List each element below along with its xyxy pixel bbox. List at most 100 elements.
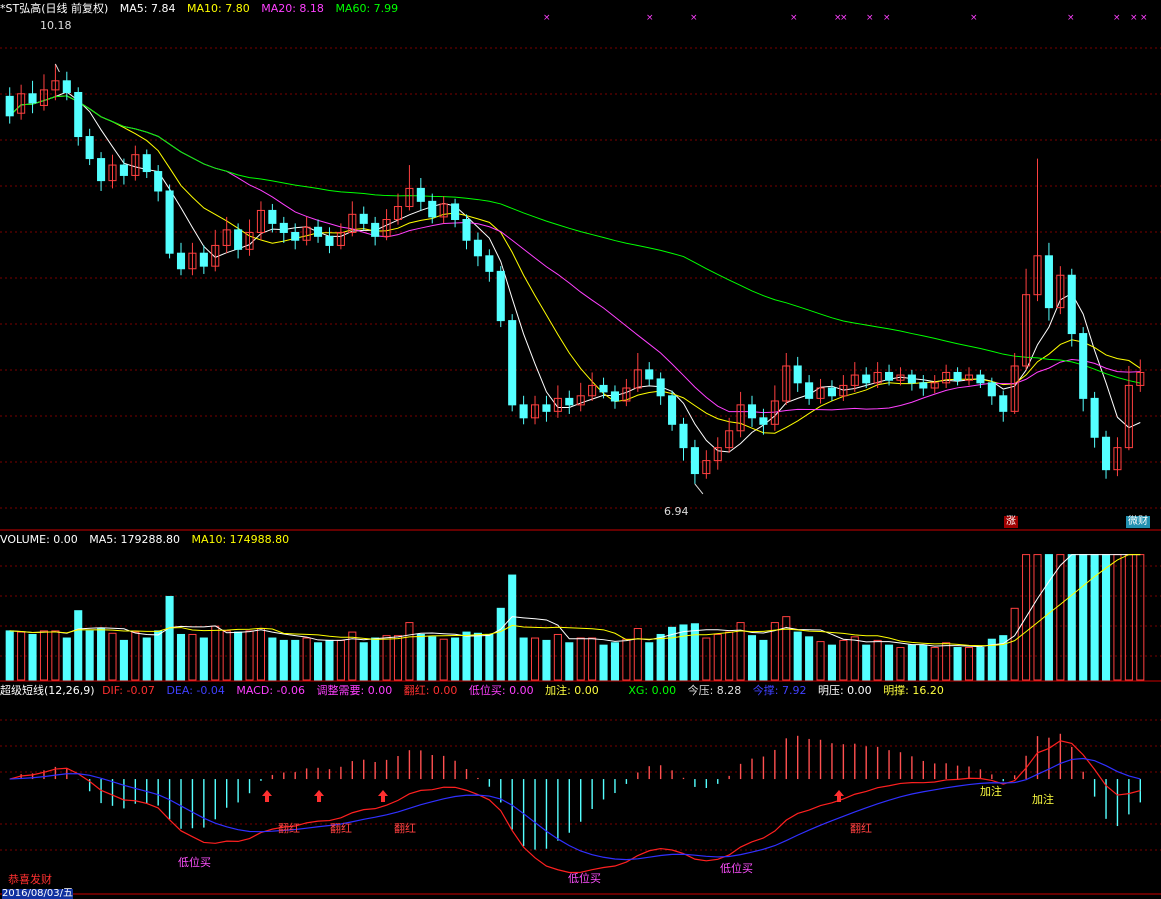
volume-bar [336, 639, 345, 681]
candle-body [291, 231, 300, 241]
volume-bar [1079, 554, 1088, 681]
dif-line [9, 740, 1141, 874]
candle-body [599, 384, 608, 393]
volume-bar [462, 631, 471, 681]
stock-title[interactable]: *ST弘高(日线 前复权) [0, 2, 108, 15]
volume-bar [565, 642, 574, 681]
x-marker-icon: × [543, 13, 551, 23]
stock-chart[interactable]: × × × × ×× × × × × × × × [0, 0, 1161, 898]
candle-body [953, 371, 962, 381]
candle-body [1044, 255, 1053, 309]
volume-bar [28, 633, 37, 681]
volume-bar [142, 637, 151, 681]
dea-label: DEA: -0.04 [166, 684, 225, 697]
candle-body [1090, 397, 1099, 438]
indicator-name[interactable]: 超级短线(12,26,9) [0, 684, 95, 697]
volume-bar [1010, 607, 1019, 681]
volume-bar [964, 647, 974, 681]
volume-bar [51, 630, 60, 681]
volume-bar [1056, 554, 1065, 681]
volume-bar [690, 623, 699, 681]
volume-bar [382, 635, 391, 681]
signal-turn-red-2: 翻红 [330, 822, 352, 835]
volume-bar [702, 637, 711, 681]
fund-badge[interactable]: 微财 [1126, 516, 1150, 528]
x-marker-icon: × [883, 13, 891, 23]
volume-bar [1124, 554, 1133, 681]
ma60-line [9, 95, 1141, 384]
candle-body [428, 200, 437, 218]
ma20-label: MA20: 8.18 [261, 2, 324, 15]
candle-body [976, 374, 985, 384]
volume-bar [291, 639, 300, 681]
volume-ma5-label: MA5: 179288.80 [89, 533, 180, 546]
signal-turn-red-4: 翻红 [850, 822, 872, 835]
candle-body [519, 404, 528, 419]
candle-body [5, 95, 14, 117]
volume-bar [439, 638, 448, 681]
volume-bar [622, 638, 631, 681]
candle-body [793, 365, 802, 384]
volume-bar [645, 642, 654, 681]
candle-body [1067, 274, 1076, 335]
volume-bar [919, 644, 928, 681]
candle-body [907, 374, 916, 384]
volume-bar [473, 632, 482, 681]
candle-body [28, 93, 37, 104]
volume-bar [485, 633, 494, 681]
volume-bar [451, 637, 460, 681]
rise-badge[interactable]: 涨 [1004, 516, 1018, 528]
candle-body [142, 154, 151, 173]
volume-bar [222, 630, 231, 681]
macd-label: MACD: -0.06 [236, 684, 305, 697]
volume-bar [428, 636, 437, 681]
candle-body [919, 382, 928, 389]
candle-body [359, 213, 368, 224]
candle-body [645, 369, 654, 380]
x-marker-icon: × [1067, 13, 1075, 23]
volume-bar [907, 644, 916, 681]
volume-bar [393, 635, 403, 681]
up-arrow-icon [834, 790, 844, 802]
signal-turn-red-1: 翻红 [278, 822, 300, 835]
candle-body [668, 395, 677, 425]
volume-bar [633, 628, 642, 681]
volume-bar [588, 637, 597, 681]
volume-bar [359, 642, 368, 681]
x-marker-icon: × [970, 13, 978, 23]
volume-bar [656, 633, 665, 681]
candle-body [862, 374, 871, 384]
volume-bar [976, 647, 985, 681]
candle-body [176, 252, 186, 270]
volume-bar [154, 630, 163, 681]
volume-ma5-line [9, 554, 1141, 648]
high-marker [54, 63, 60, 73]
up-arrow-icon [262, 790, 272, 802]
candle-body [496, 270, 505, 322]
volume-bar [1101, 554, 1111, 681]
candle-body [279, 222, 288, 233]
volume-bar [314, 642, 323, 681]
volume-bar [211, 625, 220, 681]
volume-bar [530, 637, 540, 681]
up-arrow-icon [314, 790, 324, 802]
volume-bar [942, 642, 951, 681]
candle-body [747, 404, 757, 419]
low-price-label: 6.94 [664, 505, 689, 518]
candle-body [74, 91, 83, 138]
volume-bars [5, 554, 1145, 681]
x-marker-icon: × [1140, 13, 1148, 23]
candle-body [85, 136, 94, 160]
volume-bar [1067, 554, 1076, 681]
volume-bar [245, 630, 254, 681]
turn-red-label: 翻红: 0.00 [403, 684, 458, 697]
today-support-label: 今撑: 7.92 [752, 684, 807, 697]
candle-body [451, 203, 460, 221]
candle-body [805, 382, 814, 399]
volume-bar [850, 636, 859, 681]
x-marker-icon: × [690, 13, 698, 23]
candle-body [97, 158, 106, 182]
macd-bars [20, 733, 1141, 850]
volume-ma10-label: MA10: 174988.80 [191, 533, 290, 546]
volume-bar [416, 633, 425, 681]
